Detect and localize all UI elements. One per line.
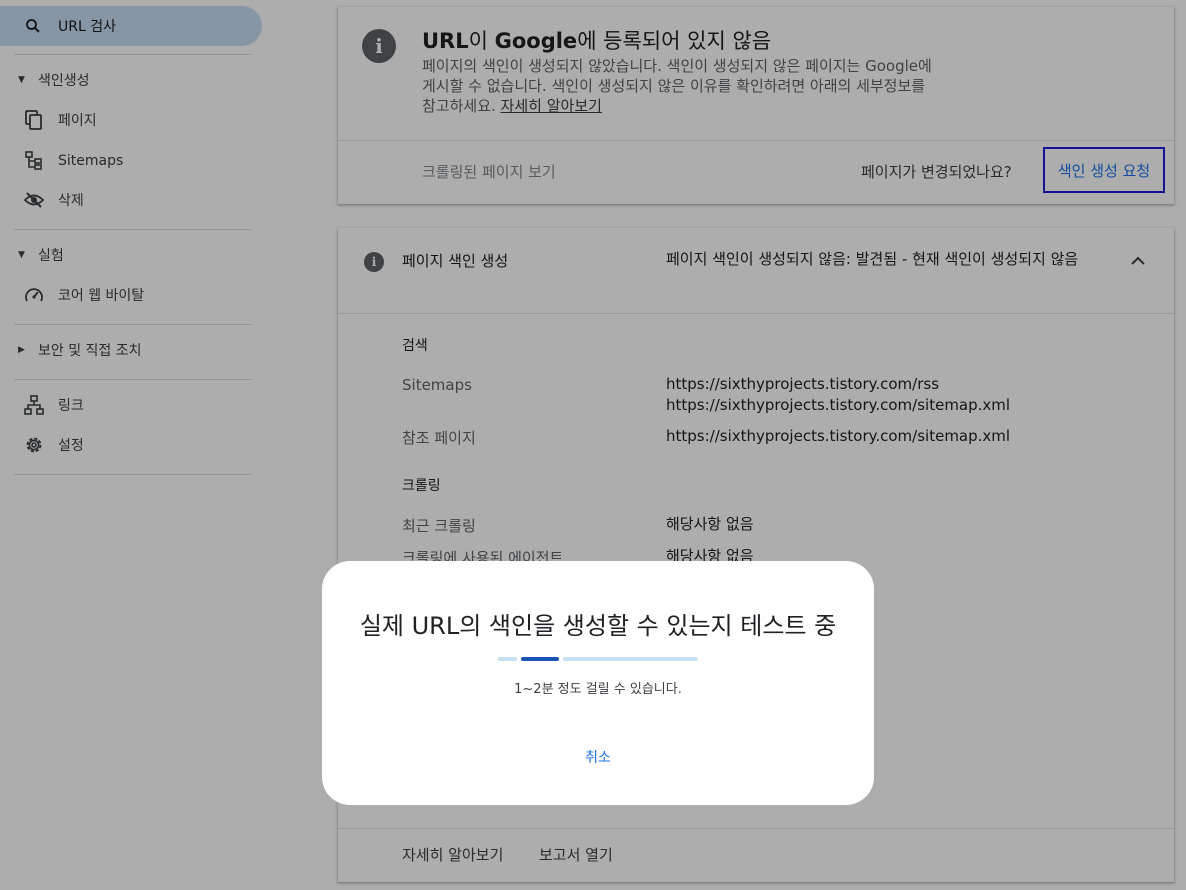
dialog-title: 실제 URL의 색인을 생성할 수 있는지 테스트 중 [359, 612, 837, 640]
live-test-dialog: 실제 URL의 색인을 생성할 수 있는지 테스트 중 1~2분 정도 걸릴 수… [322, 561, 874, 805]
progress-indicator [521, 657, 559, 661]
progress-bar [498, 657, 698, 661]
progress-track-segment [498, 657, 517, 661]
cancel-button[interactable]: 취소 [568, 741, 628, 773]
dialog-subtitle: 1~2분 정도 걸릴 수 있습니다. [514, 682, 682, 697]
progress-track-segment [563, 657, 698, 661]
